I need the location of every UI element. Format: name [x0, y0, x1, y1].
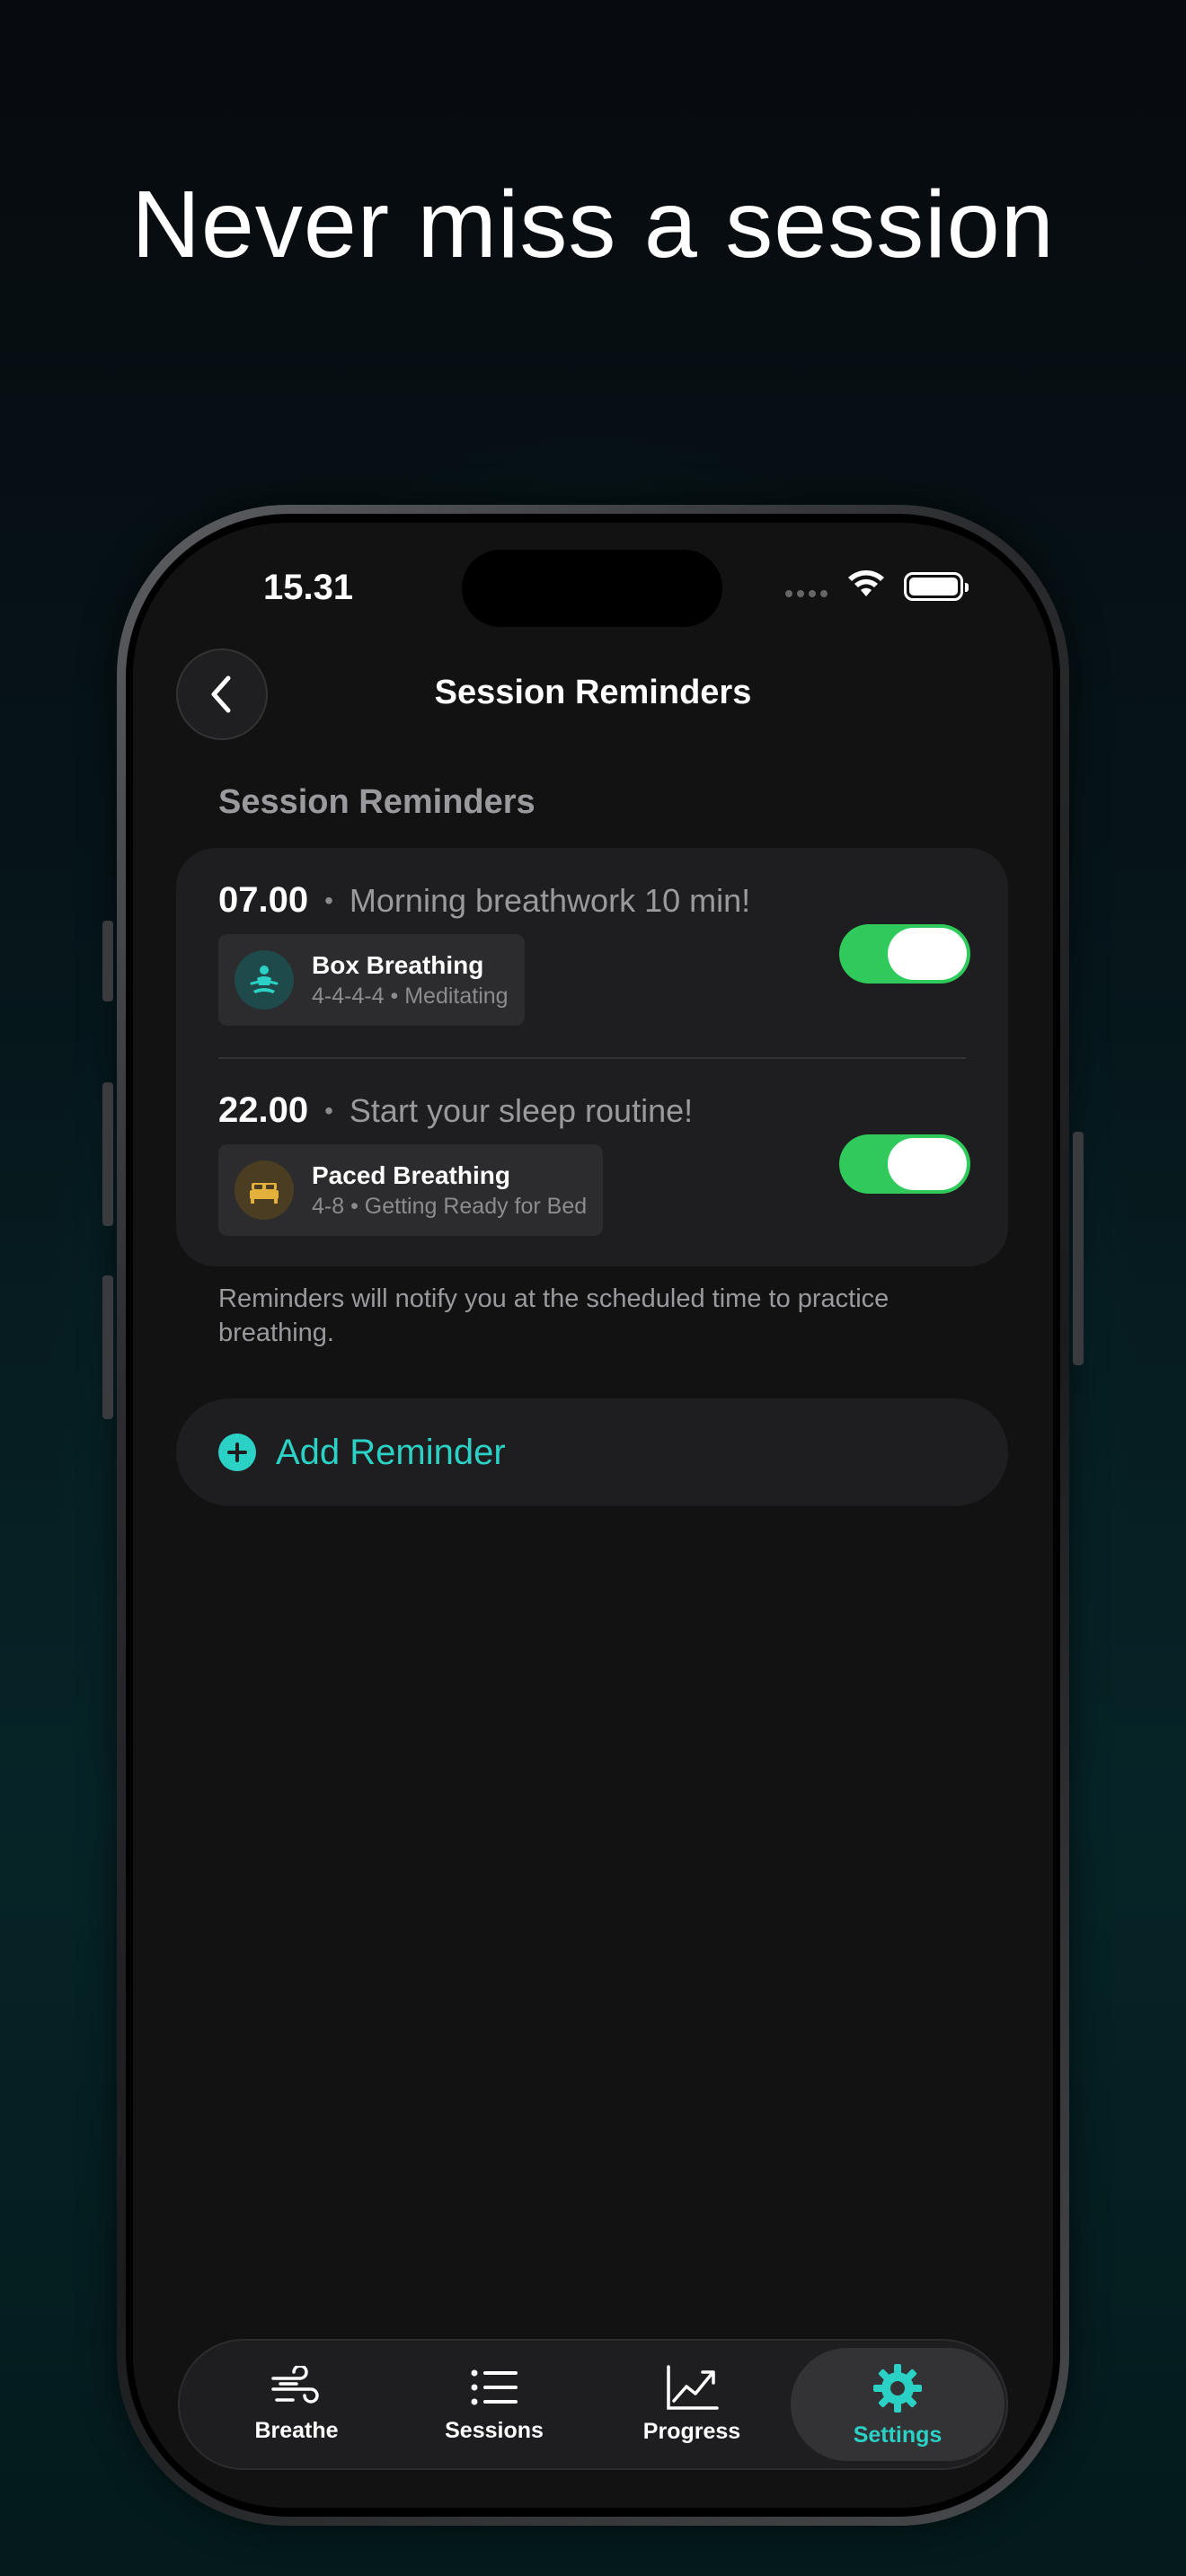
add-reminder-button[interactable]: Add Reminder	[176, 1398, 1008, 1506]
chart-icon	[667, 2364, 719, 2410]
power-button	[1073, 1132, 1084, 1365]
tab-sessions[interactable]: Sessions	[395, 2348, 593, 2461]
reminder-message: Start your sleep routine!	[349, 1091, 694, 1129]
reminder-toggle[interactable]	[839, 1134, 970, 1194]
exercise-name: Paced Breathing	[312, 1160, 510, 1189]
reminder-toggle[interactable]	[839, 924, 970, 984]
tab-progress[interactable]: Progress	[593, 2348, 791, 2461]
reminder-row[interactable]: 22.00 • Start your sleep routine! Paced …	[218, 1090, 973, 1236]
exercise-chip[interactable]: Box Breathing 4-4-4-4 • Meditating	[218, 934, 525, 1026]
gear-icon	[873, 2363, 922, 2413]
reminder-time: 07.00	[218, 880, 309, 920]
bed-icon	[235, 1160, 294, 1220]
action-button	[102, 921, 113, 1001]
footnote: Reminders will notify you at the schedul…	[218, 1284, 890, 1347]
exercise-detail: 4-8 • Getting Ready for Bed	[312, 1193, 588, 1219]
wind-icon	[271, 2365, 319, 2404]
reminder-time: 22.00	[218, 1090, 309, 1130]
headline: Never miss a session	[131, 172, 1055, 278]
divider	[218, 1057, 966, 1059]
status-time: 15.31	[263, 568, 354, 607]
tab-label: Breathe	[254, 2417, 339, 2443]
separator: •	[324, 886, 333, 914]
plus-circle-icon	[218, 1434, 256, 1471]
add-reminder-label: Add Reminder	[276, 1432, 506, 1472]
reminder-row[interactable]: 07.00 • Morning breathwork 10 min! Box B…	[218, 880, 973, 1026]
battery-icon	[904, 572, 969, 601]
dynamic-island	[462, 550, 722, 627]
reminder-message: Morning breathwork 10 min!	[349, 881, 751, 919]
tab-settings[interactable]: Settings	[791, 2348, 1005, 2461]
tab-label: Settings	[853, 2422, 943, 2448]
phone-screen: 15.31 Session Reminders Session Reminder…	[133, 523, 1053, 2508]
tab-breathe[interactable]: Breathe	[198, 2348, 395, 2461]
exercise-chip[interactable]: Paced Breathing 4-8 • Getting Ready for …	[218, 1144, 604, 1236]
separator: •	[324, 1096, 333, 1125]
list-icon	[471, 2369, 518, 2404]
exercise-detail: 4-4-4-4 • Meditating	[312, 983, 509, 1009]
tab-bar: Breathe Sessions Progress Settings	[178, 2339, 1008, 2470]
exercise-name: Box Breathing	[312, 950, 484, 979]
reminders-card: 07.00 • Morning breathwork 10 min! Box B…	[176, 848, 1008, 1266]
tab-label: Progress	[642, 2418, 741, 2444]
meditation-icon	[235, 950, 294, 1010]
signal-icon	[785, 590, 828, 597]
page-title: Session Reminders	[434, 674, 752, 711]
volume-down-button	[102, 1275, 113, 1419]
volume-up-button	[102, 1082, 113, 1226]
section-title: Session Reminders	[218, 783, 535, 821]
wifi-icon	[848, 570, 884, 596]
tab-label: Sessions	[445, 2417, 544, 2443]
